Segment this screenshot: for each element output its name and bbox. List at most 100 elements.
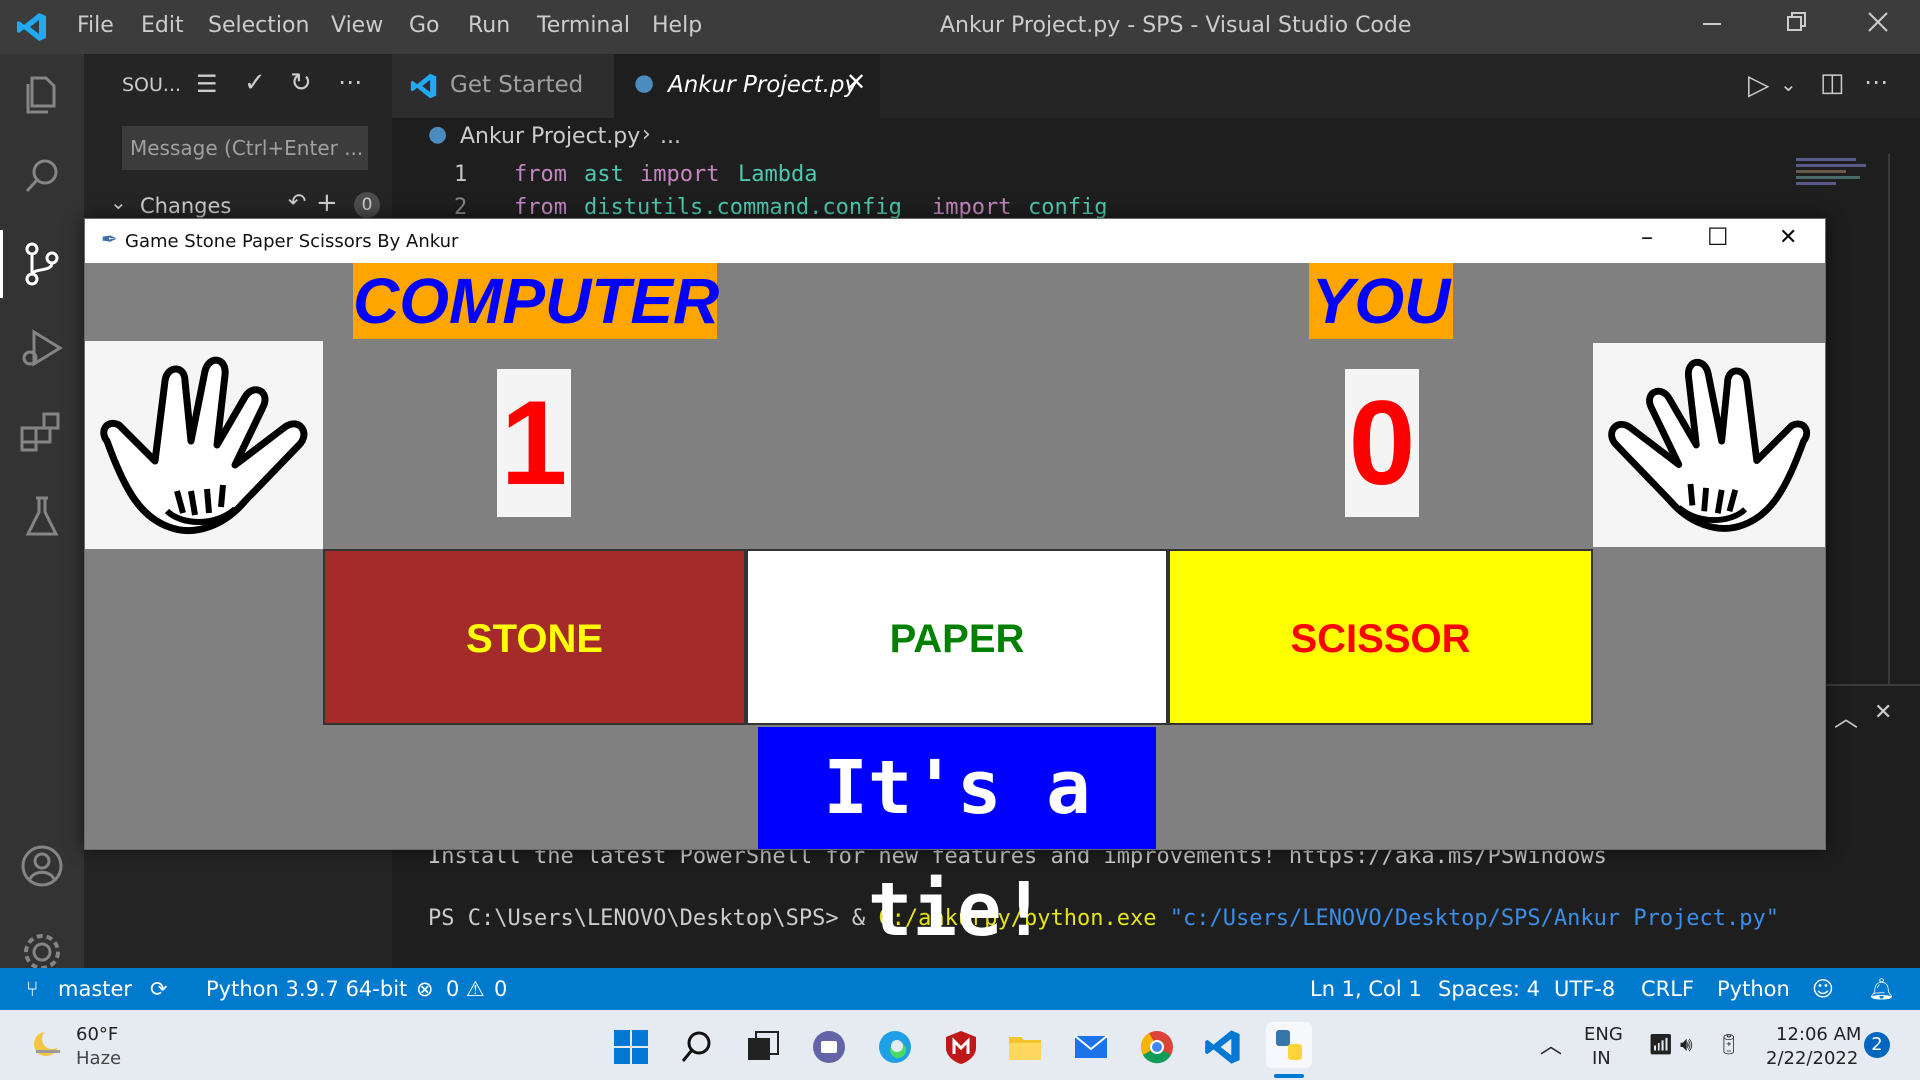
branch-icon: ⑂ xyxy=(26,977,39,1001)
clock-time[interactable]: 12:06 AM xyxy=(1776,1024,1861,1045)
feedback-icon[interactable]: ☺ xyxy=(1812,977,1834,1001)
keyword: from xyxy=(514,195,567,220)
menu-edit[interactable]: Edit xyxy=(141,13,184,38)
battery-icon[interactable]: 🔋︎ xyxy=(1716,1032,1741,1056)
split-editor-icon[interactable]: ◫ xyxy=(1820,68,1845,98)
language-code[interactable]: ENG xyxy=(1584,1024,1623,1045)
vscode-taskbar-button[interactable] xyxy=(1204,1028,1242,1066)
encoding-status[interactable]: UTF-8 xyxy=(1554,977,1615,1001)
close-panel-icon[interactable]: ✕ xyxy=(1874,700,1892,725)
menu-selection[interactable]: Selection xyxy=(208,13,309,38)
menu-file[interactable]: File xyxy=(77,13,114,38)
warning-icon: ⚠ xyxy=(466,977,485,1001)
stone-button[interactable]: STONE xyxy=(323,549,746,725)
mcafee-button[interactable] xyxy=(942,1028,980,1066)
python-icon xyxy=(1276,1030,1302,1060)
teams-chat-button[interactable] xyxy=(810,1028,848,1066)
files-icon xyxy=(26,76,56,114)
game-minimize-icon[interactable]: – xyxy=(1641,223,1653,251)
breadcrumb-more[interactable]: ... xyxy=(660,124,681,149)
terminal-arg: "c:/Users/LENOVO/Desktop/SPS/Ankur Proje… xyxy=(1169,906,1780,931)
tab-ankur-project[interactable]: ● Ankur Project.py ✕ xyxy=(614,54,880,118)
bell-icon[interactable]: 🔔︎ xyxy=(1868,977,1895,1002)
search-activity-button[interactable] xyxy=(12,146,72,206)
error-count[interactable]: 0 xyxy=(446,977,459,1001)
taskbar-search-button[interactable] xyxy=(678,1028,716,1066)
close-window-button[interactable] xyxy=(1858,10,1898,44)
window-title: Ankur Project.py - SPS - Visual Studio C… xyxy=(940,13,1412,38)
stage-all-icon[interactable]: + xyxy=(316,188,338,218)
volume-icon[interactable]: 🔊︎ xyxy=(1680,1032,1693,1056)
python-tk-taskbar-button[interactable] xyxy=(1266,1022,1312,1068)
terminal[interactable]: Install the latest PowerShell for new fe… xyxy=(392,840,1892,960)
refresh-icon[interactable]: ↻ xyxy=(290,68,312,98)
taskbar: 60°F Haze ︿ ENG IN 📶︎ 🔊︎ 🔋︎ 12:06 AM 2/2… xyxy=(0,1010,1920,1080)
view-as-tree-icon[interactable]: ☰ xyxy=(196,70,218,98)
close-icon xyxy=(1868,12,1888,32)
maximize-panel-icon[interactable]: ︿ xyxy=(1834,698,1858,733)
extensions-button[interactable] xyxy=(12,402,72,462)
branch-status[interactable]: master xyxy=(58,977,132,1001)
restore-button[interactable] xyxy=(1776,10,1816,44)
wifi-icon[interactable]: 📶︎ xyxy=(1648,1032,1673,1056)
you-hand-image xyxy=(1593,343,1825,547)
notification-badge[interactable]: 2 xyxy=(1864,1032,1890,1058)
menu-go[interactable]: Go xyxy=(409,13,440,38)
show-hidden-icons[interactable]: ︿ xyxy=(1540,1028,1562,1060)
menu-terminal[interactable]: Terminal xyxy=(537,13,630,38)
close-tab-icon[interactable]: ✕ xyxy=(846,68,866,96)
accounts-button[interactable] xyxy=(12,836,72,896)
changes-label: Changes xyxy=(140,194,232,218)
menu-run[interactable]: Run xyxy=(468,13,510,38)
breadcrumb: ● Ankur Project.py › ... xyxy=(392,118,1792,158)
minimize-button[interactable] xyxy=(1692,10,1732,44)
active-app-indicator xyxy=(1274,1074,1304,1078)
game-maximize-icon[interactable]: ☐ xyxy=(1707,223,1729,251)
eol-status[interactable]: CRLF xyxy=(1641,977,1694,1001)
file-explorer-button[interactable] xyxy=(1006,1028,1044,1066)
clock-date[interactable]: 2/22/2022 xyxy=(1766,1048,1858,1069)
title-bar: File Edit Selection View Go Run Terminal… xyxy=(0,0,1920,54)
python-interpreter-status[interactable]: Python 3.9.7 64-bit xyxy=(206,977,407,1001)
keyword: from xyxy=(514,162,567,187)
editor-more-icon[interactable]: ⋯ xyxy=(1864,68,1888,96)
breadcrumb-file[interactable]: Ankur Project.py xyxy=(460,124,640,149)
tab-get-started[interactable]: Get Started xyxy=(392,54,614,118)
editor-scrollbar[interactable] xyxy=(1888,154,1890,684)
chrome-button[interactable] xyxy=(1138,1028,1176,1066)
you-score: 0 xyxy=(1345,369,1419,517)
commit-check-icon[interactable]: ✓ xyxy=(244,68,266,98)
start-button[interactable] xyxy=(612,1028,650,1066)
source-control-button[interactable] xyxy=(12,234,72,294)
vscode-logo-icon xyxy=(410,73,437,99)
error-icon: ⊗ xyxy=(416,977,434,1001)
code-editor[interactable]: 1 from ast import Lambda 2 from distutil… xyxy=(392,160,1792,220)
game-close-icon[interactable]: ✕ xyxy=(1779,225,1797,250)
paper-button[interactable]: PAPER xyxy=(746,549,1168,725)
warning-count[interactable]: 0 xyxy=(494,977,507,1001)
commit-message-input[interactable]: Message (Ctrl+Enter ... xyxy=(122,126,368,170)
explorer-button[interactable] xyxy=(12,66,72,126)
testing-button[interactable] xyxy=(12,486,72,546)
chat-icon xyxy=(813,1031,845,1063)
menu-view[interactable]: View xyxy=(331,13,383,38)
python-file-icon: ● xyxy=(634,70,655,96)
cursor-position-status[interactable]: Ln 1, Col 1 xyxy=(1310,977,1422,1001)
run-debug-button[interactable] xyxy=(12,318,72,378)
result-label: It's a tie! xyxy=(758,727,1156,953)
scissor-button[interactable]: SCISSOR xyxy=(1168,549,1593,725)
indentation-status[interactable]: Spaces: 4 xyxy=(1438,977,1540,1001)
sync-icon[interactable]: ⟳ xyxy=(150,977,168,1001)
run-dropdown-icon[interactable]: ⌄ xyxy=(1780,72,1797,96)
more-actions-icon[interactable]: ⋯ xyxy=(338,68,362,96)
language-status[interactable]: Python xyxy=(1717,977,1790,1001)
run-file-icon[interactable]: ▷ xyxy=(1748,68,1770,101)
tab-label: Ankur Project.py xyxy=(668,72,859,98)
weather-temp[interactable]: 60°F xyxy=(76,1024,118,1045)
weather-moon-icon[interactable] xyxy=(28,1024,68,1064)
task-view-button[interactable] xyxy=(744,1028,782,1066)
edge-button[interactable] xyxy=(876,1028,914,1066)
mail-button[interactable] xyxy=(1072,1028,1110,1066)
menu-help[interactable]: Help xyxy=(652,13,702,38)
discard-all-icon[interactable]: ↶ xyxy=(288,190,306,215)
